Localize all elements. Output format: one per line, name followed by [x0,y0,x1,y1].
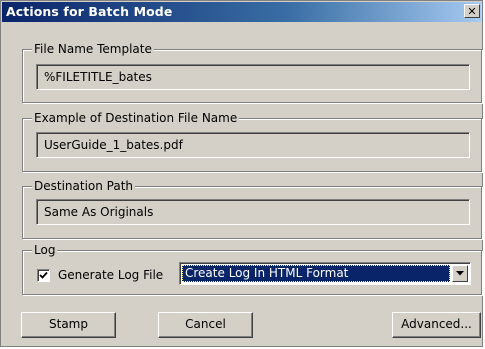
generate-log-label: Generate Log File [58,268,164,282]
generate-log-checkbox[interactable] [37,268,50,282]
destination-path-field[interactable]: Same As Originals [36,199,470,225]
chevron-down-icon [456,271,464,276]
log-legend: Log [32,243,58,257]
destination-path-group: Destination Path Same As Originals [22,179,482,239]
example-destination-field: UserGuide_1_bates.pdf [36,132,470,158]
log-format-selected: Create Log In HTML Format [182,265,450,282]
generate-log-row[interactable]: Generate Log File [37,268,163,282]
example-destination-group: Example of Destination File Name UserGui… [22,111,482,172]
cancel-button[interactable]: Cancel [158,312,253,338]
destination-path-legend: Destination Path [32,179,136,193]
dropdown-arrow-button[interactable] [452,265,468,282]
batch-actions-dialog: Actions for Batch Mode ✕ File Name Templ… [0,0,483,347]
close-icon: ✕ [467,5,477,18]
log-group: Log Generate Log File Create Log In HTML… [22,243,482,295]
log-format-select[interactable]: Create Log In HTML Format [179,262,471,285]
file-name-template-legend: File Name Template [32,42,154,56]
close-button[interactable]: ✕ [464,4,480,18]
title-bar[interactable]: Actions for Batch Mode ✕ [2,2,481,22]
dialog-title: Actions for Batch Mode [6,4,173,19]
file-name-template-field[interactable]: %FILETITLE_bates [36,64,470,90]
advanced-button[interactable]: Advanced... [392,312,481,338]
file-name-template-group: File Name Template %FILETITLE_bates [22,42,482,103]
stamp-button[interactable]: Stamp [21,312,116,338]
example-destination-legend: Example of Destination File Name [32,111,240,125]
checkmark-icon [39,271,48,279]
